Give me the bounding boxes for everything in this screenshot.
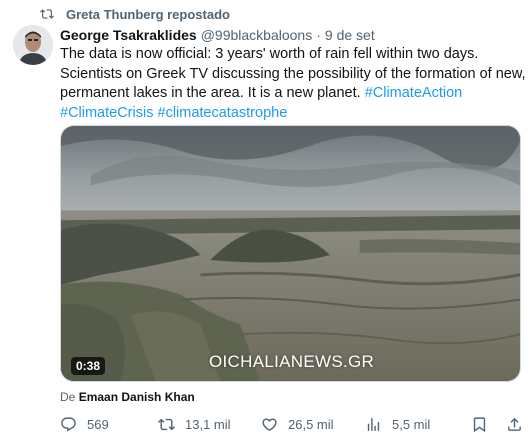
video-watermark: OICHALIANEWS.GR [209,352,375,371]
author-handle[interactable]: @99blackbaloons [201,27,313,43]
tweet-date[interactable]: 9 de set [325,27,375,43]
tweet-text: The data is now official: 3 years' worth… [60,45,526,124]
avatar[interactable] [13,25,53,65]
video-duration: 0:38 [71,357,106,375]
repost-icon [40,9,54,19]
author-name[interactable]: George Tsakraklides [60,27,197,43]
attribution-source[interactable]: Emaan Danish Khan [79,390,195,404]
tweet-header: George Tsakraklides @99blackbaloons · 9 … [60,27,375,43]
video-player[interactable]: 0:38 OICHALIANEWS.GR [60,125,521,382]
media-attribution: De Emaan Danish Khan [60,390,195,404]
video-thumbnail [61,126,520,381]
tweet-text-line: Scientists on Greek TV discussing the po… [60,65,526,82]
retweet-icon [158,418,175,431]
views-button[interactable]: 5,5 mil [365,416,430,433]
view-count: 5,5 mil [392,417,431,432]
views-icon [367,418,380,431]
hashtag-link[interactable]: #ClimateCrisis [60,105,153,121]
hashtag-link[interactable]: #ClimateAction [365,85,463,101]
tweet-text-line: permanent lakes in the area. It is a new… [60,84,520,104]
tweet-actions: 569 13,1 mil 26,5 mil 5,5 mil [58,416,528,436]
hashtag-link[interactable]: #climatecatastrophe [158,105,288,121]
reply-icon [61,417,76,432]
retweet-count: 13,1 mil [185,417,231,432]
avatar-image [13,25,53,65]
bookmark-icon [473,417,486,433]
repost-banner-text: Greta Thunberg repostado [66,6,230,22]
header-separator: · [316,27,321,43]
share-icon [508,417,521,431]
heart-icon [262,418,277,431]
tweet-text-line: #ClimateCrisis #climatecatastrophe [60,104,520,124]
like-button[interactable]: 26,5 mil [261,416,334,433]
tweet-text-fragment: permanent lakes in the area. It is a new… [60,85,361,101]
reply-count: 569 [87,417,109,432]
share-button[interactable] [506,416,531,433]
retweet-button[interactable]: 13,1 mil [158,416,231,433]
like-count: 26,5 mil [288,417,334,432]
bookmark-button[interactable] [471,416,498,433]
repost-banner[interactable]: Greta Thunberg repostado [40,6,230,22]
attribution-prefix: De [60,390,76,404]
tweet-text-line: The data is now official: 3 years' worth… [60,46,479,62]
reply-button[interactable]: 569 [60,416,109,433]
